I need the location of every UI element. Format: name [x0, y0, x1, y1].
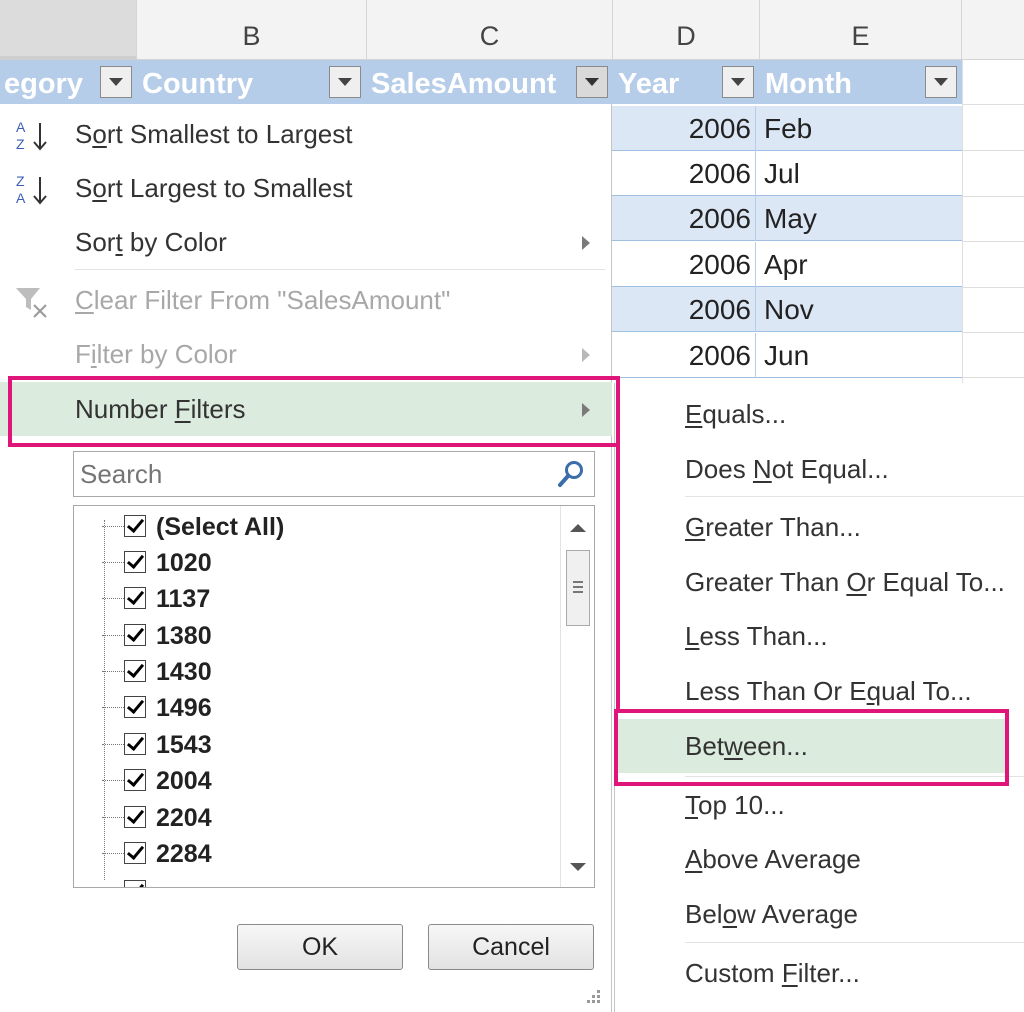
cell-year[interactable]: 2006: [612, 151, 756, 196]
menu-label: Sort Largest to Smallest: [75, 173, 353, 203]
menu-item-filter-by-color[interactable]: Filter by Color: [0, 327, 612, 381]
menu-item-sort-by-color[interactable]: Sort by Color: [0, 215, 612, 269]
filter-button-category[interactable]: [100, 66, 132, 98]
table-header-row: egory Country SalesAmount Year Month: [0, 60, 962, 104]
menu-item-sort-ascending[interactable]: A Z Sort Smallest to Largest: [0, 107, 612, 161]
filter-button-year[interactable]: [722, 66, 754, 98]
sort-descending-icon: Z A: [16, 173, 47, 206]
checkbox[interactable]: [124, 880, 146, 887]
menu-label: Sort Smallest to Largest: [75, 119, 353, 149]
checkbox[interactable]: [124, 515, 146, 537]
scroll-thumb[interactable]: [566, 550, 590, 626]
submenu-item-less-than[interactable]: Less Than...: [615, 609, 1024, 663]
clear-filter-icon: [16, 288, 47, 318]
search-box[interactable]: [73, 451, 595, 497]
submenu-item-below-average[interactable]: Below Average: [615, 887, 1024, 941]
checkbox[interactable]: [124, 624, 146, 646]
submenu-separator: [685, 496, 1024, 497]
chevron-right-icon: [582, 348, 590, 362]
scroll-up-icon[interactable]: [570, 524, 586, 532]
checkbox[interactable]: [124, 733, 146, 755]
menu-label: Clear Filter From "SalesAmount": [75, 285, 451, 315]
search-icon: [558, 461, 583, 487]
submenu-item-top-10[interactable]: Top 10...: [615, 778, 1024, 832]
cell-month[interactable]: Jul: [764, 151, 800, 197]
svg-text:A: A: [16, 119, 26, 135]
column-header-d[interactable]: D: [613, 0, 760, 60]
highlight-box-number-filters: [8, 376, 620, 447]
table-row[interactable]: 2006 Jun: [612, 333, 962, 378]
checkbox[interactable]: [124, 769, 146, 791]
submenu-item-greater-than[interactable]: Greater Than...: [615, 500, 1024, 554]
cell-year[interactable]: 2006: [612, 196, 756, 241]
filter-button-country[interactable]: [329, 66, 361, 98]
svg-text:Z: Z: [16, 173, 25, 189]
table-row[interactable]: 2006 Feb: [612, 106, 962, 151]
table-row[interactable]: 2006 Apr: [612, 242, 962, 287]
header-salesamount: SalesAmount: [371, 68, 557, 100]
checkbox[interactable]: [124, 806, 146, 828]
cell-month[interactable]: Nov: [764, 287, 814, 333]
highlight-box-between: [614, 709, 1009, 786]
cell-month[interactable]: Apr: [764, 242, 808, 288]
sort-ascending-icon: A Z: [16, 119, 47, 152]
menu-item-sort-descending[interactable]: Z A Sort Largest to Smallest: [0, 161, 612, 215]
cancel-button[interactable]: Cancel: [428, 924, 594, 970]
cell-year[interactable]: 2006: [612, 106, 756, 151]
header-category: egory: [4, 68, 83, 100]
table-row[interactable]: 2006 Nov: [612, 287, 962, 332]
ok-button[interactable]: OK: [237, 924, 403, 970]
column-header-b[interactable]: B: [137, 0, 367, 60]
table-row[interactable]: 2006 Jul: [612, 151, 962, 196]
filter-value-list[interactable]: (Select All) 1020 1137 1380 1430 1496 15…: [73, 505, 595, 888]
highlight-connector: [616, 443, 620, 713]
checkbox[interactable]: [124, 551, 146, 573]
submenu-item-custom-filter[interactable]: Custom Filter...: [615, 946, 1024, 1000]
header-year: Year: [618, 68, 680, 100]
column-header-e[interactable]: E: [760, 0, 962, 60]
cell-month[interactable]: Jun: [764, 333, 809, 379]
cell-year[interactable]: 2006: [612, 333, 756, 378]
chevron-right-icon: [582, 236, 590, 250]
svg-text:Z: Z: [16, 136, 25, 152]
checkbox[interactable]: [124, 696, 146, 718]
submenu-separator: [685, 942, 1024, 943]
column-header-c[interactable]: C: [367, 0, 613, 60]
checkbox[interactable]: [124, 660, 146, 682]
menu-label: Filter by Color: [75, 339, 237, 369]
list-scrollbar[interactable]: [560, 506, 594, 887]
submenu-item-equals[interactable]: Equals...: [615, 387, 1024, 441]
search-input[interactable]: [74, 452, 552, 496]
menu-label: Sort by Color: [75, 227, 227, 257]
cell-month[interactable]: May: [764, 196, 817, 242]
cell-month[interactable]: Feb: [764, 106, 812, 152]
menu-separator: [75, 269, 605, 270]
checkbox[interactable]: [124, 587, 146, 609]
column-header-a[interactable]: [0, 0, 137, 60]
svg-text:A: A: [16, 190, 26, 206]
checkbox[interactable]: [124, 842, 146, 864]
cell-year[interactable]: 2006: [612, 242, 756, 287]
header-country: Country: [142, 68, 254, 100]
resize-grip-icon[interactable]: [586, 988, 602, 1004]
submenu-item-greater-than-or-equal[interactable]: Greater Than Or Equal To...: [615, 555, 1024, 609]
table-row[interactable]: 2006 May: [612, 196, 962, 241]
submenu-item-does-not-equal[interactable]: Does Not Equal...: [615, 442, 1024, 496]
cell-year[interactable]: 2006: [612, 287, 756, 332]
menu-item-clear-filter[interactable]: Clear Filter From "SalesAmount": [0, 273, 612, 327]
column-header-strip: B C D E: [0, 0, 1024, 60]
submenu-item-above-average[interactable]: Above Average: [615, 832, 1024, 886]
number-filters-submenu: Equals... Does Not Equal... Greater Than…: [614, 383, 1024, 1012]
filter-button-month[interactable]: [925, 66, 957, 98]
filter-button-salesamount[interactable]: [576, 66, 608, 98]
tree-line: [104, 520, 105, 880]
scroll-down-icon[interactable]: [570, 863, 586, 871]
header-month: Month: [765, 68, 852, 100]
